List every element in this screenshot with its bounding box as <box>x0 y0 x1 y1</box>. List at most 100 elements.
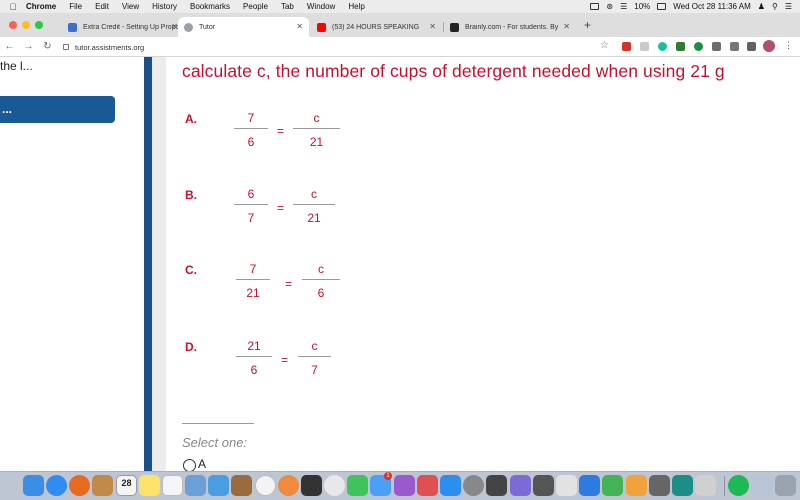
menu-file[interactable]: File <box>69 2 82 11</box>
menu-bookmarks[interactable]: Bookmarks <box>190 2 230 11</box>
new-tab-icon[interactable]: + <box>584 18 591 32</box>
system-preferences-icon[interactable] <box>463 475 484 496</box>
preview-icon[interactable] <box>185 475 206 496</box>
screenshot-icon[interactable] <box>533 475 554 496</box>
option-d-right-fraction: c 7 <box>298 339 331 378</box>
messages-badge: 1 <box>384 472 392 480</box>
facetime-icon[interactable] <box>347 475 368 496</box>
option-a-letter: A. <box>185 112 197 126</box>
photos-app-icon[interactable] <box>278 475 299 496</box>
imovie-icon[interactable] <box>301 475 322 496</box>
menu-history[interactable]: History <box>152 2 177 11</box>
option-b-right-fraction: c 21 <box>293 187 335 226</box>
battery-percent[interactable]: 10% <box>634 2 650 11</box>
menu-people[interactable]: People <box>243 2 268 11</box>
clock[interactable]: Wed Oct 28 11:36 AM <box>673 2 751 11</box>
extension-badge-icon[interactable] <box>712 42 721 51</box>
menu-edit[interactable]: Edit <box>95 2 109 11</box>
lock-icon[interactable] <box>63 44 69 50</box>
tab-brainly[interactable]: Brainly.com - For students. By ✕ <box>444 17 576 37</box>
apple-menu-icon[interactable]:  <box>0 2 26 12</box>
close-tab-icon[interactable]: ✕ <box>296 22 303 31</box>
trash-icon[interactable] <box>775 475 796 496</box>
contacts-icon[interactable] <box>92 475 113 496</box>
garageband-icon[interactable] <box>231 475 252 496</box>
address-input[interactable]: tutor.assistments.org <box>63 40 623 54</box>
textedit-icon[interactable] <box>556 475 577 496</box>
extension-tp-icon[interactable] <box>622 42 631 51</box>
grammarly-icon[interactable] <box>658 42 667 51</box>
profile-avatar[interactable] <box>763 40 775 52</box>
spotlight-icon[interactable]: ⚲ <box>772 2 778 11</box>
minimize-window-button[interactable] <box>22 21 30 29</box>
pages-icon[interactable] <box>626 475 647 496</box>
firefox-icon[interactable] <box>69 475 90 496</box>
notification-center-icon[interactable]: ☰ <box>785 2 792 11</box>
answer-radio-a-label[interactable]: A <box>198 457 206 471</box>
close-window-button[interactable] <box>9 21 17 29</box>
page-content: the l... ... calculate c, the number of … <box>0 57 800 471</box>
reminders-icon[interactable] <box>162 475 183 496</box>
numerator: c <box>311 339 318 353</box>
chrome-icon[interactable] <box>255 475 276 496</box>
reload-icon[interactable]: ↻ <box>38 41 57 52</box>
battery-icon[interactable] <box>657 3 667 10</box>
photos-icon[interactable] <box>324 475 345 496</box>
zoom-window-button[interactable] <box>35 21 43 29</box>
denominator: 21 <box>309 135 324 149</box>
equals-sign: = <box>277 201 285 215</box>
launchpad-icon[interactable] <box>510 475 531 496</box>
youtube-favicon-icon <box>317 22 326 32</box>
airplay-icon[interactable] <box>590 3 600 10</box>
close-tab-icon[interactable]: ✕ <box>171 22 178 31</box>
extension-s-icon[interactable] <box>640 42 649 51</box>
url-text: tutor.assistments.org <box>75 42 145 52</box>
forward-icon[interactable]: → <box>19 41 38 52</box>
option-b-letter: B. <box>185 188 197 202</box>
bluetooth-icon[interactable]: ⊛ <box>606 2 613 11</box>
app-store-icon[interactable] <box>440 475 461 496</box>
puzzle-extensions-icon[interactable] <box>730 42 739 51</box>
wunderlist-icon[interactable] <box>672 475 693 496</box>
extension-settings-icon[interactable] <box>747 42 756 51</box>
window-controls <box>9 21 43 29</box>
finder-icon[interactable] <box>23 475 44 496</box>
wifi-icon[interactable]: ☰ <box>620 2 627 11</box>
user-icon[interactable]: ♟ <box>758 2 765 11</box>
notes-icon[interactable] <box>139 475 160 496</box>
menu-chrome[interactable]: Chrome <box>26 2 56 11</box>
close-tab-icon[interactable]: ✕ <box>429 22 436 31</box>
keynote-icon[interactable] <box>579 475 600 496</box>
itunes-icon[interactable] <box>394 475 415 496</box>
denominator: 6 <box>250 363 258 377</box>
option-d-left-fraction: 21 6 <box>236 339 272 378</box>
tab-tutor[interactable]: Tutor ✕ <box>178 17 309 37</box>
back-icon[interactable]: ← <box>0 41 19 52</box>
numerator: 7 <box>249 262 257 276</box>
close-tab-icon[interactable]: ✕ <box>563 22 570 31</box>
tab-extra-credit[interactable]: Extra Credit - Setting Up Propo ✕ <box>62 17 184 37</box>
numerator: 6 <box>247 187 255 201</box>
downloads-folder-icon[interactable] <box>752 475 773 496</box>
photo-booth-icon[interactable] <box>208 475 229 496</box>
extension-green-icon[interactable] <box>694 42 703 51</box>
tab-title: (53) 24 HOURS SPEAKING <box>332 23 420 31</box>
denominator: 6 <box>317 286 325 300</box>
sidebar-button[interactable]: ... <box>0 96 115 123</box>
answer-radio-a[interactable] <box>183 459 196 471</box>
terminal-icon[interactable] <box>649 475 670 496</box>
spotify-icon[interactable] <box>728 475 749 496</box>
archive-icon[interactable] <box>695 475 716 496</box>
menu-tab[interactable]: Tab <box>281 2 294 11</box>
sheets-extension-icon[interactable] <box>676 42 685 51</box>
menu-view[interactable]: View <box>122 2 139 11</box>
tab-youtube[interactable]: (53) 24 HOURS SPEAKING ✕ <box>311 17 442 37</box>
utility-icon[interactable] <box>486 475 507 496</box>
menu-window[interactable]: Window <box>307 2 335 11</box>
menu-help[interactable]: Help <box>348 2 364 11</box>
safari-icon[interactable] <box>46 475 67 496</box>
bookmark-star-icon[interactable]: ☆ <box>600 40 609 51</box>
menu-kebab-icon[interactable]: ⋮ <box>784 40 793 51</box>
numbers-icon[interactable] <box>602 475 623 496</box>
books-icon[interactable] <box>417 475 438 496</box>
